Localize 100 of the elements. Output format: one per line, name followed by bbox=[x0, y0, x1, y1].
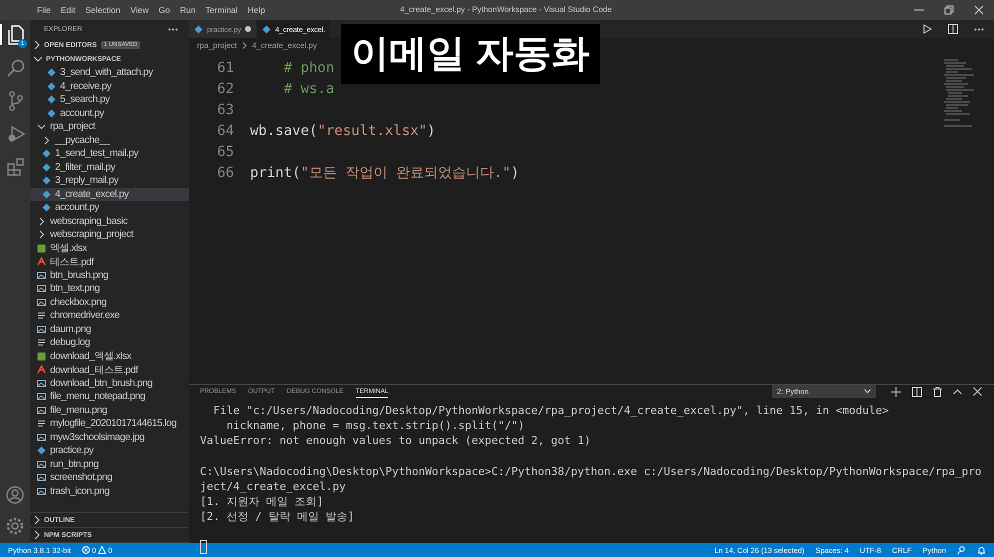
menu-item[interactable]: Edit bbox=[56, 5, 80, 15]
image-file-icon bbox=[37, 298, 46, 307]
file-tree-item[interactable]: download_btn_brush.png bbox=[30, 376, 189, 390]
window-title: 4_create_excel.py - PythonWorkspace - Visual Studio Code bbox=[400, 5, 612, 14]
file-tree-item[interactable]: debug.log bbox=[30, 336, 189, 350]
file-tree-item[interactable]: __pycache__ bbox=[30, 134, 189, 147]
file-tree-item[interactable]: account.py bbox=[30, 106, 189, 120]
breadcrumb[interactable]: rpa_project bbox=[197, 40, 238, 50]
text-file-icon bbox=[37, 338, 46, 348]
file-tree-item[interactable]: webscraping_basic bbox=[30, 214, 189, 228]
line-number: 62 bbox=[216, 80, 235, 96]
more-icon[interactable] bbox=[168, 28, 178, 30]
python-file-icon bbox=[262, 24, 272, 34]
file-tree-item[interactable]: file_menu.png bbox=[30, 404, 189, 417]
line-number: 66 bbox=[216, 164, 235, 180]
terminal-line: nickname, phone = msg.text.strip().split("/") bbox=[226, 418, 526, 434]
file-tree-item[interactable]: 3_send_with_attach.py bbox=[30, 66, 189, 80]
image-file-icon bbox=[37, 473, 46, 482]
file-tree-item[interactable]: rpa_project bbox=[30, 120, 189, 134]
bell-icon[interactable] bbox=[977, 546, 986, 554]
python-file-icon bbox=[37, 446, 46, 456]
settings-icon[interactable] bbox=[6, 517, 24, 535]
file-tree-item[interactable]: practice.py bbox=[30, 444, 189, 458]
file-tree-item[interactable]: file_menu_notepad.png bbox=[30, 390, 189, 404]
text-file-icon bbox=[37, 419, 46, 428]
error-icon bbox=[82, 546, 90, 554]
image-file-icon bbox=[37, 324, 46, 334]
menu-item[interactable]: Terminal bbox=[200, 5, 243, 15]
image-file-icon bbox=[37, 406, 46, 415]
file-tree-item[interactable]: 1_send_test_mail.py bbox=[30, 147, 189, 160]
code-line: print("모든 작업이 완료되었습니다.") bbox=[250, 164, 520, 182]
image-file-icon bbox=[37, 284, 46, 294]
file-tree-item[interactable]: checkbox.png bbox=[30, 296, 189, 309]
file-tree-item[interactable]: chromedriver.exe bbox=[30, 309, 189, 322]
chevron-icon bbox=[242, 42, 248, 48]
menu-item[interactable]: Run bbox=[174, 5, 201, 15]
close-icon[interactable] bbox=[974, 5, 984, 15]
code-line: wb.save("result.xlsx") bbox=[250, 122, 436, 138]
file-tree-item[interactable]: 2_filter_mail.py bbox=[30, 160, 189, 174]
restore-icon[interactable] bbox=[944, 5, 954, 15]
split-terminal-icon[interactable] bbox=[912, 386, 922, 396]
file-tree-item[interactable]: download_엑셀.xlsx bbox=[30, 350, 189, 363]
image-file-icon bbox=[37, 378, 46, 388]
file-tree-item[interactable]: myw3schoolsimage.jpg bbox=[30, 430, 189, 444]
menu-item[interactable]: View bbox=[125, 5, 154, 15]
more-icon[interactable] bbox=[974, 28, 984, 30]
files-icon[interactable] bbox=[7, 24, 25, 44]
file-tree-item[interactable]: download_테스트.pdf bbox=[30, 363, 189, 376]
file-tree-item[interactable]: mylogfile_20201017144615.log bbox=[30, 417, 189, 430]
image-file-icon bbox=[37, 432, 46, 442]
chevron-up-icon[interactable] bbox=[953, 388, 962, 394]
line-number: 63 bbox=[216, 102, 235, 118]
trash-icon[interactable] bbox=[933, 386, 942, 396]
file-tree-item[interactable]: 엑셀.xlsx bbox=[30, 242, 189, 255]
image-file-icon bbox=[37, 270, 46, 280]
menu-item[interactable]: Go bbox=[154, 5, 175, 15]
video-caption: 이메일 자동화 bbox=[341, 24, 600, 84]
warning-icon bbox=[98, 546, 106, 554]
run-debug-icon[interactable] bbox=[7, 124, 25, 142]
menu-item[interactable]: Help bbox=[242, 5, 270, 15]
file-tree-item[interactable]: 4_receive.py bbox=[30, 80, 189, 93]
pdf-icon bbox=[37, 257, 46, 266]
image-file-icon bbox=[37, 460, 46, 469]
extensions-icon[interactable] bbox=[7, 158, 25, 176]
file-tree-item[interactable]: btn_brush.png bbox=[30, 268, 189, 282]
terminal-line: [1. 지원자 메일 조회] bbox=[200, 494, 324, 510]
line-number: 65 bbox=[216, 144, 235, 160]
chevron-icon bbox=[864, 389, 871, 394]
python-file-icon bbox=[194, 24, 203, 34]
account-icon[interactable] bbox=[6, 486, 24, 504]
run-icon[interactable] bbox=[923, 24, 932, 34]
file-tree-item[interactable]: 4_create_excel.py bbox=[30, 188, 189, 201]
file-tree-item[interactable]: daum.png bbox=[30, 322, 189, 336]
source-control-icon[interactable] bbox=[8, 90, 24, 110]
text-file-icon bbox=[37, 311, 46, 320]
unsaved-dot-icon bbox=[245, 26, 252, 32]
add-icon[interactable] bbox=[891, 386, 901, 396]
file-tree-item[interactable]: btn_text.png bbox=[30, 282, 189, 296]
image-file-icon bbox=[37, 392, 46, 402]
terminal-line: C:\Users\Nadocoding\Desktop\PythonWorkspace>C:/Python38/python.exe c:/Users/Nadocoding/Desktop/PythonWorkspace/rpa_project/4_create_excel.py bbox=[200, 464, 982, 494]
feedback-icon[interactable] bbox=[957, 546, 966, 554]
menu-item[interactable]: Selection bbox=[80, 5, 126, 15]
split-editor-icon[interactable] bbox=[948, 24, 958, 34]
file-tree-item[interactable]: webscraping_project bbox=[30, 228, 189, 242]
line-number: 64 bbox=[216, 122, 235, 138]
code-line: # phon bbox=[282, 60, 334, 76]
search-icon[interactable] bbox=[7, 58, 25, 76]
file-tree-item[interactable]: trash_icon.png bbox=[30, 484, 189, 498]
code-line: # ws.a bbox=[282, 80, 334, 96]
close-icon[interactable] bbox=[973, 387, 982, 396]
file-tree-item[interactable]: 테스트.pdf bbox=[30, 255, 189, 268]
file-tree-item[interactable]: screenshot.png bbox=[30, 471, 189, 484]
file-tree-item[interactable]: run_btn.png bbox=[30, 458, 189, 471]
pdf-icon bbox=[37, 365, 46, 374]
file-tree-item[interactable]: 3_reply_mail.py bbox=[30, 174, 189, 188]
menu-item[interactable]: File bbox=[32, 5, 56, 15]
file-tree-item[interactable]: 5_search.py bbox=[30, 93, 189, 106]
breadcrumb[interactable]: 4_create_excel.py bbox=[252, 40, 317, 50]
terminal-line: ValueError: not enough values to unpack (expected 2, got 1) bbox=[200, 433, 592, 449]
file-tree-item[interactable]: account.py bbox=[30, 201, 189, 214]
